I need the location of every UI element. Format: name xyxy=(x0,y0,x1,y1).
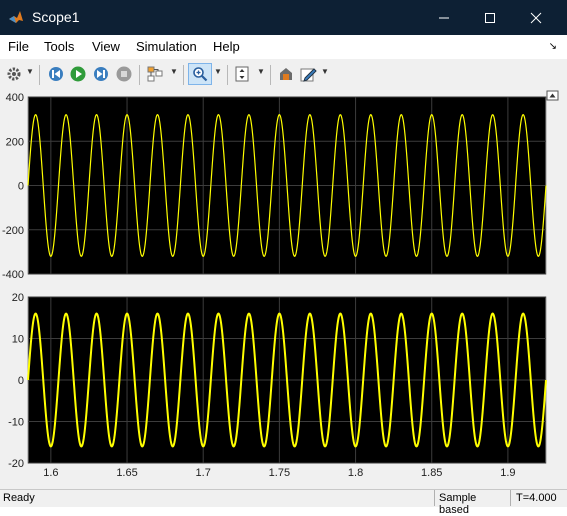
gear-dropdown-icon[interactable]: ▼ xyxy=(26,67,34,76)
separator xyxy=(183,65,184,85)
y-tick-label: 0 xyxy=(18,375,24,387)
fit-icon[interactable] xyxy=(232,64,252,84)
menu-view[interactable]: View xyxy=(92,39,120,54)
run-icon[interactable] xyxy=(68,64,88,84)
status-mode: Sample based xyxy=(439,492,477,516)
x-tick-label: 1.75 xyxy=(269,467,290,479)
y-tick-label: -20 xyxy=(8,458,24,470)
step-back-icon[interactable] xyxy=(46,64,66,84)
y-tick-label: 10 xyxy=(12,334,24,346)
title-bar: Scope1 xyxy=(0,0,567,35)
separator xyxy=(139,65,140,85)
step-forward-icon[interactable] xyxy=(91,64,111,84)
separator xyxy=(39,65,40,85)
y-tick-label: -10 xyxy=(8,417,24,429)
style-icon[interactable] xyxy=(276,64,296,84)
lower-axes[interactable]: 20 10 0 -10 -20 1.6 1.65 1.7 1.75 1.8 1.85 1.9 xyxy=(8,292,547,479)
menu-bar: File Tools View Simulation Help ↘ xyxy=(0,35,567,59)
y-tick-label: 0 xyxy=(18,181,24,193)
window-title: Scope1 xyxy=(32,9,80,25)
x-tick-label: 1.9 xyxy=(500,467,515,479)
maximize-button[interactable] xyxy=(467,0,513,35)
gear-icon[interactable] xyxy=(5,64,23,84)
status-bar: Ready Sample based T=4.000 xyxy=(0,489,567,516)
menu-tools[interactable]: Tools xyxy=(44,39,74,54)
status-time: T=4.000 xyxy=(516,492,557,504)
scope-window: Scope1 File Tools View Simulation Help ↘… xyxy=(0,0,567,516)
matlab-logo-icon xyxy=(8,9,24,25)
x-tick-label: 1.6 xyxy=(43,467,58,479)
separator xyxy=(227,65,228,85)
zoom-dropdown-icon[interactable]: ▼ xyxy=(214,67,222,76)
y-tick-label: -200 xyxy=(2,225,24,237)
edit-dropdown-icon[interactable]: ▼ xyxy=(321,67,329,76)
edit-icon[interactable] xyxy=(298,64,318,84)
menu-collapse-icon[interactable]: ↘ xyxy=(549,41,557,52)
menu-file[interactable]: File xyxy=(8,39,29,54)
x-tick-label: 1.65 xyxy=(116,467,137,479)
separator xyxy=(270,65,271,85)
layout-dropdown-icon[interactable]: ▼ xyxy=(170,67,178,76)
minimize-button[interactable] xyxy=(421,0,467,35)
layout-icon[interactable] xyxy=(145,64,165,84)
y-tick-label: 20 xyxy=(12,292,24,304)
x-tick-label: 1.85 xyxy=(421,467,442,479)
close-button[interactable] xyxy=(513,0,559,35)
scope-plots[interactable]: 400 200 0 -200 -400 20 10 0 -10 -20 1.6 1.65 1.7 1.7… xyxy=(0,90,567,489)
menu-simulation[interactable]: Simulation xyxy=(136,39,197,54)
upper-axes[interactable]: 400 200 0 -200 -400 xyxy=(2,92,547,281)
fit-dropdown-icon[interactable]: ▼ xyxy=(257,67,265,76)
undock-icon[interactable] xyxy=(546,90,559,101)
x-tick-label: 1.7 xyxy=(196,467,211,479)
y-tick-label: 400 xyxy=(6,92,24,104)
zoom-icon[interactable] xyxy=(188,63,212,85)
menu-help[interactable]: Help xyxy=(213,39,240,54)
y-tick-label: 200 xyxy=(6,136,24,148)
plot-area: 400 200 0 -200 -400 20 10 0 -10 -20 1.6 1.65 1.7 1.7… xyxy=(0,90,567,489)
status-time-box: T=4.000 xyxy=(510,490,567,506)
stop-icon[interactable] xyxy=(114,64,134,84)
toolbar: ▼ ▼ ▼ ▼ ▼ xyxy=(0,59,567,91)
status-mode-box: Sample based xyxy=(434,490,509,516)
y-tick-label: -400 xyxy=(2,269,24,281)
status-ready: Ready xyxy=(3,492,35,504)
x-tick-label: 1.8 xyxy=(348,467,363,479)
